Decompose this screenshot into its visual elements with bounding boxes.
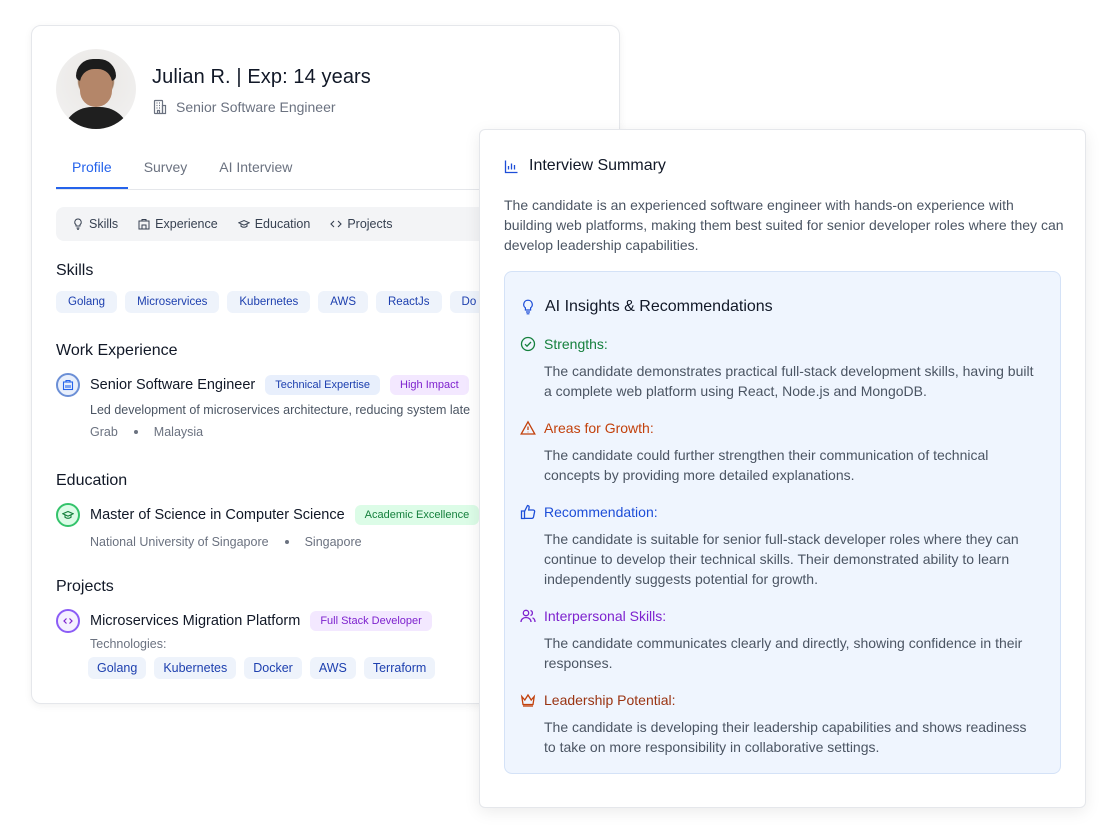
code-icon [63,618,73,624]
tech-chip: Docker [244,657,302,679]
insight-strengths: Strengths: The candidate demonstrates pr… [520,336,1040,401]
building-icon [62,379,74,391]
interview-summary-card: Interview Summary The candidate is an ex… [479,129,1086,808]
users-icon [520,609,536,623]
lightbulb-icon [74,218,82,230]
nav-skills[interactable]: Skills [64,213,126,235]
insight-text: The candidate demonstrates practical ful… [544,363,1034,399]
education-badge: Academic Excellence [354,505,480,525]
skills-title: Skills [56,262,94,279]
insight-label: Leadership Potential: [544,692,676,708]
project-entry-icon [56,609,80,633]
company-name: Grab [90,425,118,439]
insight-label: Interpersonal Skills: [544,608,667,624]
candidate-role: Senior Software Engineer [152,99,336,115]
summary-header: Interview Summary [504,157,666,175]
insight-label: Recommendation: [544,504,658,520]
warning-triangle-icon [520,420,536,435]
insights-title: AI Insights & Recommendations [545,298,773,315]
insight-label: Strengths: [544,336,608,352]
graduation-cap-icon [62,510,74,519]
insight-text: The candidate could further strengthen t… [544,447,989,483]
separator-dot [284,540,289,544]
bar-chart-icon [504,160,518,173]
school-name: National University of Singapore [90,535,269,549]
insight-leadership: Leadership Potential: The candidate is d… [520,692,1040,757]
tab-survey[interactable]: Survey [128,146,204,189]
code-icon [330,220,343,228]
thumbs-up-icon [520,504,536,520]
avatar [56,49,136,129]
insight-recommendation: Recommendation: The candidate is suitabl… [520,504,1040,589]
skill-chip: ReactJs [376,291,442,313]
skill-chip: Microservices [125,291,220,313]
skill-chip: Kubernetes [227,291,311,313]
ai-insights-panel: AI Insights & Recommendations Strengths:… [504,271,1061,774]
work-entry-title: Senior Software Engineer [90,377,256,393]
summary-text: The candidate is an experienced software… [504,197,1064,253]
tech-chip: Terraform [363,657,436,679]
tab-profile[interactable]: Profile [56,146,128,189]
insights-header: AI Insights & Recommendations [521,298,773,316]
work-badge: High Impact [390,375,469,395]
education-location: Singapore [304,535,362,549]
insight-label: Areas for Growth: [544,420,654,436]
insight-text: The candidate is suitable for senior ful… [544,531,1019,587]
education-title: Education [56,472,128,489]
insight-text: The candidate is developing their leader… [544,719,1027,755]
technology-chips: Golang Kubernetes Docker AWS Terraform [88,657,436,679]
projects-title: Projects [56,578,114,595]
building-icon [138,219,150,230]
work-location: Malaysia [153,425,204,439]
nav-education[interactable]: Education [230,213,319,235]
graduation-cap-icon [237,219,250,228]
summary-title: Interview Summary [529,157,666,174]
tech-chip: Golang [88,657,147,679]
work-experience-title: Work Experience [56,342,178,359]
tab-ai-interview[interactable]: AI Interview [203,146,308,189]
skill-chip: AWS [318,291,368,313]
work-entry-icon [56,373,80,397]
skill-chip: Golang [56,291,118,313]
education-entry-title: Master of Science in Computer Science [90,507,345,523]
nav-experience[interactable]: Experience [130,213,226,235]
education-entry-icon [56,503,80,527]
nav-projects[interactable]: Projects [322,213,400,235]
insight-growth: Areas for Growth: The candidate could fu… [520,420,1040,485]
building-icon [153,99,167,115]
project-badge: Full Stack Developer [310,611,432,631]
lightbulb-icon [523,299,533,315]
tech-chip: Kubernetes [154,657,237,679]
role-label: Senior Software Engineer [176,99,336,115]
project-entry-title: Microservices Migration Platform [90,613,301,629]
crown-icon [520,693,536,707]
work-badge: Technical Expertise [265,375,381,395]
skills-chips: Golang Microservices Kubernetes AWS Reac… [56,291,489,313]
candidate-name: Julian R. | Exp: 14 years [152,66,371,88]
check-circle-icon [520,336,536,352]
tech-chip: AWS [309,657,356,679]
separator-dot [133,430,138,434]
insight-interpersonal: Interpersonal Skills: The candidate comm… [520,608,1040,673]
insight-text: The candidate communicates clearly and d… [544,635,1023,671]
